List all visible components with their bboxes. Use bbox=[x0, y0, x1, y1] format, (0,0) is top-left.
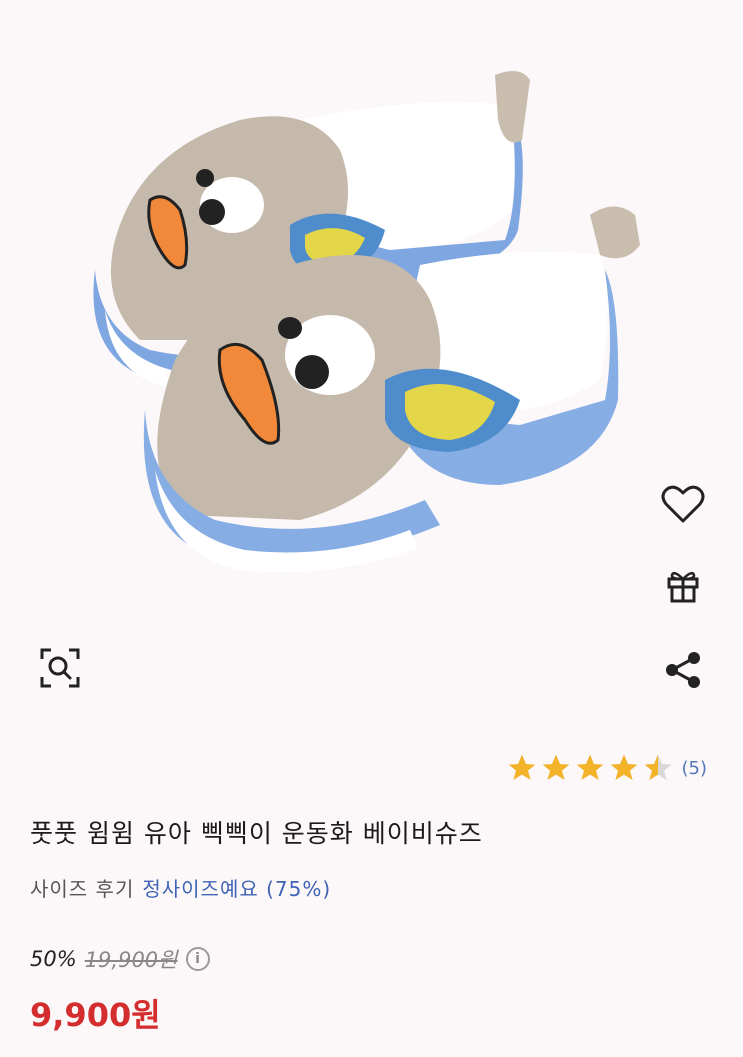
sale-price: 9,900원 bbox=[30, 996, 161, 1034]
star-icon bbox=[576, 754, 603, 780]
heart-icon bbox=[661, 485, 705, 523]
star-icon bbox=[610, 754, 637, 780]
rating-count[interactable]: (5) bbox=[682, 758, 708, 779]
baby-shoes-image bbox=[93, 71, 640, 573]
product-image[interactable] bbox=[0, 0, 743, 735]
size-review[interactable]: 사이즈 후기 정사이즈예요 (75%) bbox=[30, 873, 331, 902]
info-icon[interactable]: i bbox=[185, 947, 210, 971]
image-search-icon bbox=[40, 648, 80, 688]
image-search-button[interactable] bbox=[34, 642, 86, 694]
product-title: 풋풋 윔윔 유아 삑삑이 운동화 베이비슈즈 bbox=[30, 819, 483, 848]
star-icon bbox=[542, 754, 569, 780]
wishlist-button[interactable] bbox=[657, 478, 709, 530]
original-price: 19,900원 bbox=[84, 948, 178, 972]
rating[interactable]: (5) bbox=[506, 752, 708, 784]
discount-rate: 50% bbox=[30, 947, 77, 971]
size-review-label: 사이즈 후기 bbox=[30, 877, 135, 901]
gift-button[interactable] bbox=[657, 560, 709, 612]
share-button[interactable] bbox=[657, 644, 709, 696]
share-icon bbox=[666, 652, 700, 688]
half-star-icon bbox=[644, 754, 671, 780]
gift-icon bbox=[667, 571, 699, 603]
size-review-value[interactable]: 정사이즈예요 (75%) bbox=[142, 877, 331, 901]
star-icon bbox=[508, 754, 535, 780]
price-row: 50% 19,900원 i bbox=[30, 944, 210, 974]
